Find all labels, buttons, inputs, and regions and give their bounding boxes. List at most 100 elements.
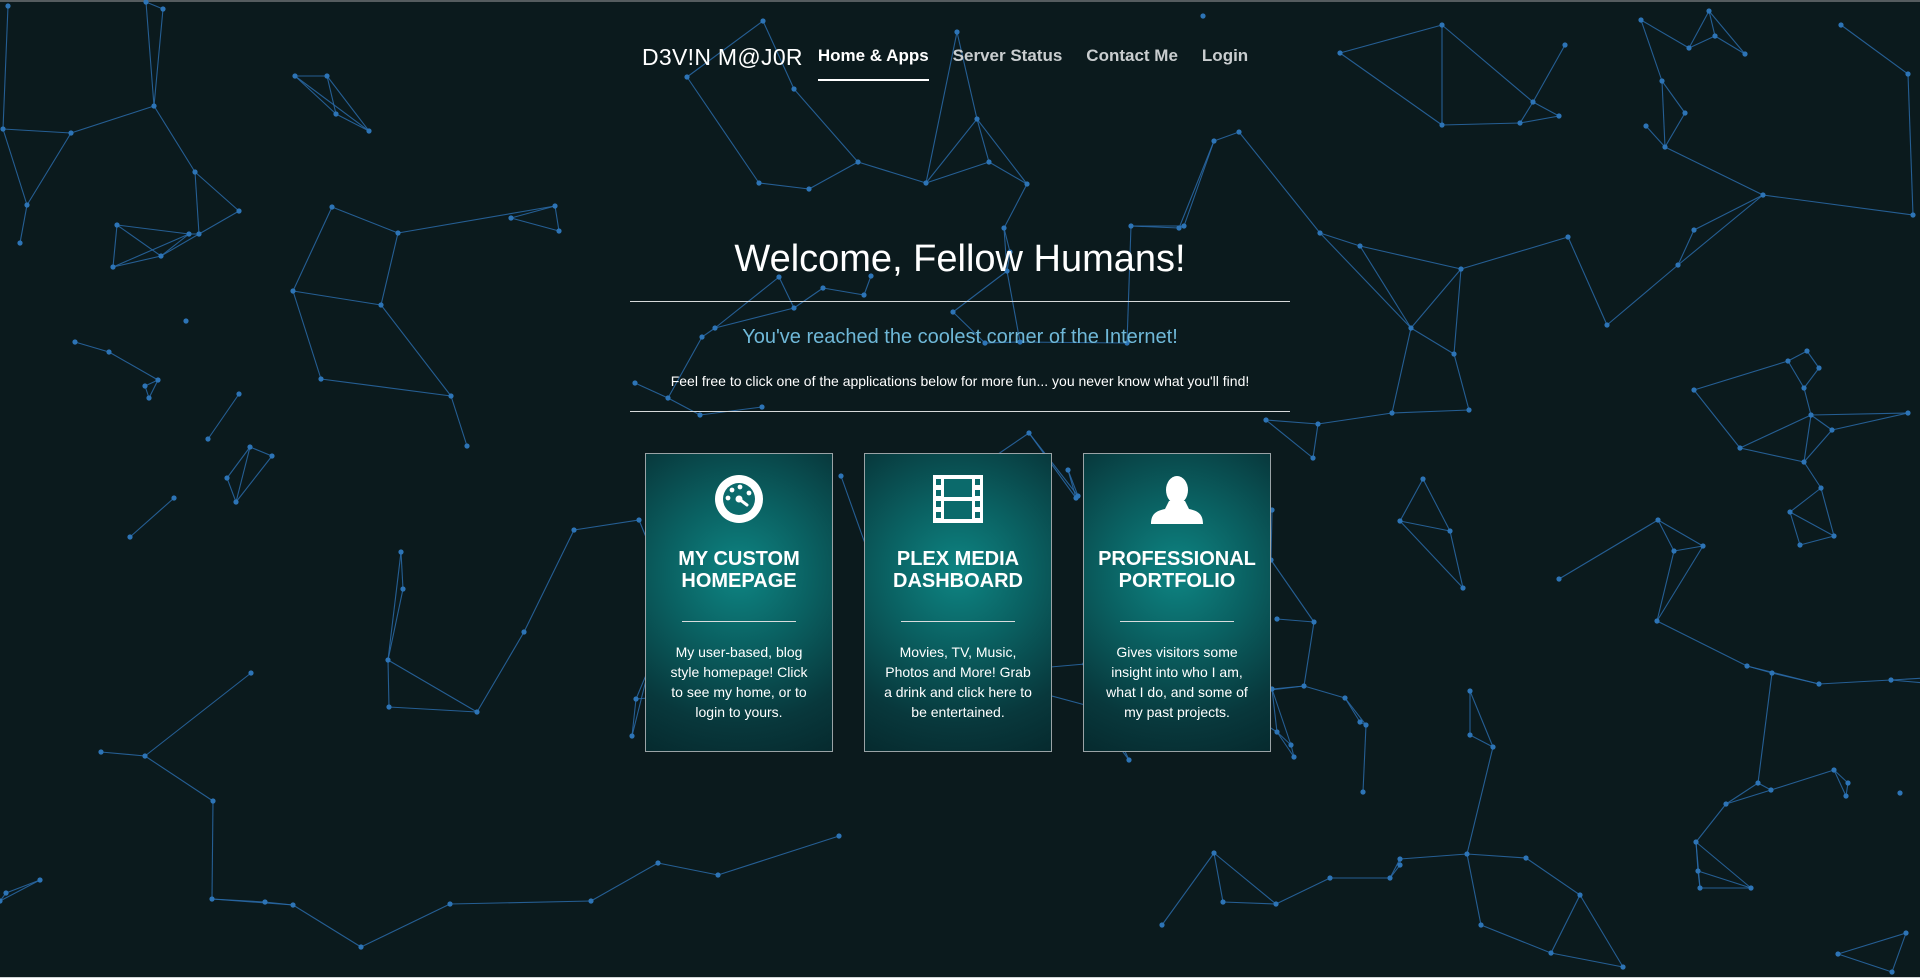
network-link bbox=[449, 900, 592, 905]
user-icon bbox=[1084, 472, 1270, 526]
network-link bbox=[1213, 852, 1277, 905]
network-node bbox=[1905, 71, 1911, 77]
network-node bbox=[1556, 113, 1562, 119]
card-title: MY CUSTOM HOMEPAGE bbox=[678, 548, 800, 592]
network-link bbox=[292, 290, 322, 380]
nav-home-apps[interactable]: Home & Apps bbox=[817, 46, 929, 81]
network-link bbox=[1399, 853, 1468, 860]
network-node bbox=[1831, 533, 1837, 539]
network-link bbox=[320, 378, 452, 397]
network-link bbox=[717, 835, 840, 876]
network-link bbox=[686, 76, 760, 184]
network-link bbox=[153, 105, 196, 173]
network-link bbox=[1725, 789, 1772, 805]
nav-contact-me[interactable]: Contact Me bbox=[1086, 46, 1178, 79]
network-link bbox=[1362, 724, 1367, 793]
card-description: Gives visitors some insight into who I a… bbox=[1106, 644, 1248, 720]
network-link bbox=[1519, 115, 1560, 124]
network-link bbox=[1688, 35, 1716, 49]
network-link bbox=[808, 161, 859, 190]
network-node bbox=[1517, 120, 1523, 126]
card-custom-homepage[interactable]: MY CUSTOM HOMEPAGE My user-based, blog s… bbox=[645, 453, 833, 752]
network-link bbox=[1688, 10, 1710, 49]
network-link bbox=[554, 205, 560, 232]
network-node bbox=[1447, 528, 1453, 534]
film-icon bbox=[865, 472, 1051, 526]
network-node bbox=[1389, 410, 1395, 416]
network-node bbox=[290, 902, 296, 908]
network-node bbox=[366, 128, 372, 134]
network-link bbox=[573, 519, 640, 531]
network-node bbox=[1831, 767, 1837, 773]
nav-server-status[interactable]: Server Status bbox=[953, 46, 1063, 79]
network-link bbox=[1664, 112, 1686, 148]
network-link bbox=[1693, 194, 1764, 231]
card-professional-portfolio[interactable]: PROFESSIONAL PORTFOLIO Gives visitors so… bbox=[1083, 453, 1271, 752]
network-node bbox=[1026, 430, 1032, 436]
network-node bbox=[143, 0, 149, 5]
network-node bbox=[1816, 681, 1822, 687]
network-link bbox=[1640, 19, 1663, 82]
brand-logo-text[interactable]: D3V!N M@J0R bbox=[642, 44, 803, 71]
network-node bbox=[262, 899, 268, 905]
network-node bbox=[205, 436, 211, 442]
network-link bbox=[1265, 419, 1319, 425]
network-node bbox=[1363, 722, 1369, 728]
network-link bbox=[976, 118, 1028, 185]
card-plex-dashboard[interactable]: PLEX MEDIA DASHBOARD Movies, TV, Music, … bbox=[864, 453, 1052, 752]
network-node bbox=[1671, 548, 1677, 554]
network-link bbox=[194, 171, 240, 212]
network-node bbox=[400, 586, 406, 592]
network-node bbox=[447, 901, 453, 907]
network-node bbox=[1357, 719, 1363, 725]
network-node bbox=[1181, 223, 1187, 229]
network-node bbox=[508, 215, 514, 221]
network-link bbox=[1787, 360, 1805, 389]
network-node bbox=[1638, 17, 1644, 23]
network-link bbox=[388, 706, 478, 713]
network-link bbox=[976, 118, 990, 163]
network-node bbox=[1659, 78, 1665, 84]
network-node bbox=[1458, 266, 1464, 272]
network-node bbox=[5, 3, 11, 9]
network-link bbox=[1725, 782, 1759, 805]
network-node bbox=[1273, 901, 1279, 907]
network-node bbox=[378, 302, 384, 308]
network-link bbox=[1907, 73, 1914, 216]
network-link bbox=[1460, 236, 1569, 270]
network-node bbox=[106, 349, 112, 355]
network-link bbox=[380, 304, 452, 397]
network-node bbox=[1897, 790, 1903, 796]
network-node bbox=[1397, 856, 1403, 862]
network-node bbox=[68, 130, 74, 136]
network-node bbox=[1220, 899, 1226, 905]
network-link bbox=[1640, 19, 1690, 49]
network-node bbox=[160, 6, 166, 12]
network-node bbox=[1697, 885, 1703, 891]
divider bbox=[630, 411, 1290, 412]
network-link bbox=[1466, 853, 1482, 926]
network-node bbox=[186, 231, 192, 237]
network-link bbox=[1840, 24, 1909, 75]
network-link bbox=[380, 232, 399, 306]
nav-login[interactable]: Login bbox=[1202, 46, 1248, 79]
network-node bbox=[1467, 688, 1473, 694]
network-link bbox=[198, 210, 240, 235]
network-node bbox=[756, 180, 762, 186]
network-node bbox=[1835, 951, 1841, 957]
network-node bbox=[395, 230, 401, 236]
network-node bbox=[247, 444, 253, 450]
network-link bbox=[387, 659, 390, 708]
network-link bbox=[1567, 236, 1608, 326]
network-link bbox=[1810, 414, 1833, 431]
network-node bbox=[474, 709, 480, 715]
network-node bbox=[1816, 365, 1822, 371]
network-node bbox=[1548, 950, 1554, 956]
network-link bbox=[1213, 852, 1224, 903]
network-node bbox=[151, 103, 157, 109]
network-node bbox=[1001, 225, 1007, 231]
network-link bbox=[211, 800, 214, 900]
network-node bbox=[98, 749, 104, 755]
network-node bbox=[142, 383, 148, 389]
network-link bbox=[1799, 535, 1835, 546]
